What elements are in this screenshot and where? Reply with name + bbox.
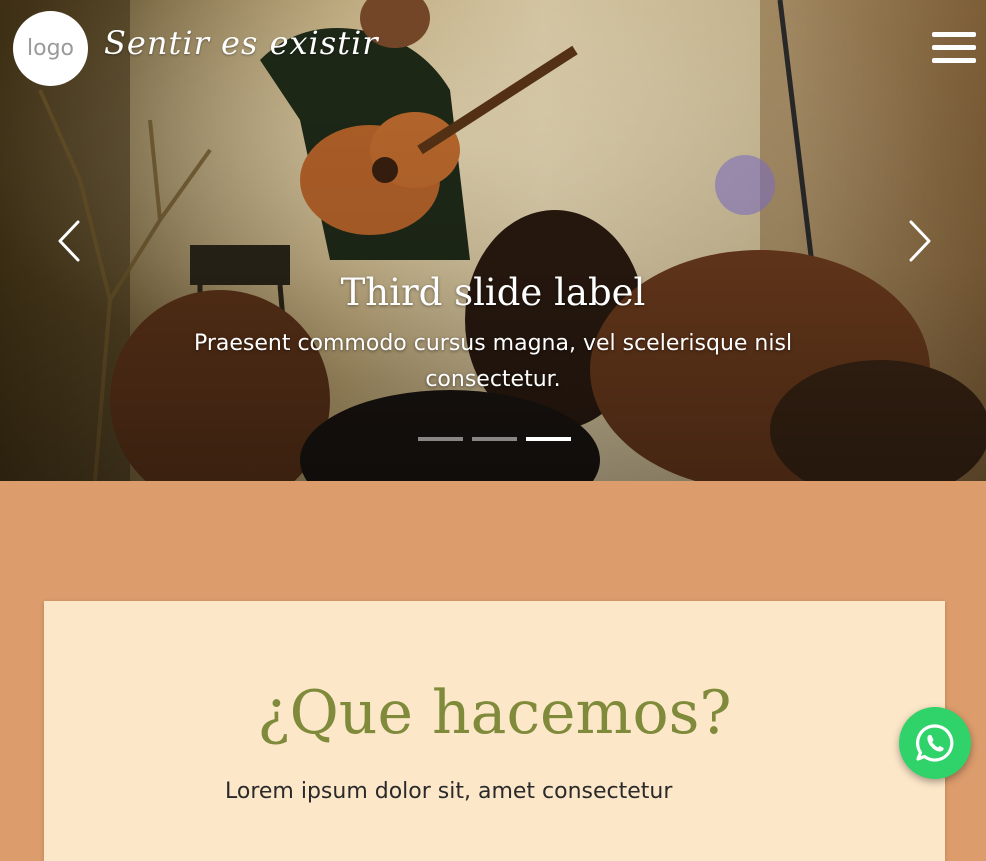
carousel-caption: Third slide label Praesent commodo cursu… [150, 268, 836, 398]
carousel-indicator-3-active[interactable] [526, 437, 571, 441]
site-title[interactable]: Sentir es existir [104, 24, 379, 62]
carousel-indicators [418, 437, 572, 443]
slide-title: Third slide label [340, 271, 646, 314]
site-header: logo Sentir es existir [0, 0, 986, 100]
carousel-next-button[interactable] [901, 218, 937, 264]
content-card: ¿Que hacemos? Lorem ipsum dolor sit, ame… [44, 601, 945, 861]
logo[interactable]: logo [13, 11, 88, 86]
que-hacemos-section: ¿Que hacemos? Lorem ipsum dolor sit, ame… [0, 481, 986, 861]
menu-bar [932, 45, 976, 50]
chevron-right-icon [909, 220, 931, 262]
hero-carousel: logo Sentir es existir Third slide label… [0, 0, 986, 481]
menu-bar [932, 58, 976, 63]
hamburger-menu-icon[interactable] [932, 32, 976, 64]
carousel-indicator-1[interactable] [418, 437, 463, 441]
chevron-left-icon [58, 220, 80, 262]
menu-bar [932, 32, 976, 37]
carousel-prev-button[interactable] [52, 218, 88, 264]
whatsapp-button[interactable] [899, 707, 971, 779]
section-heading: ¿Que hacemos? [257, 678, 732, 748]
whatsapp-icon [916, 724, 954, 762]
slide-text: Praesent commodo cursus magna, vel scele… [193, 331, 793, 392]
carousel-indicator-2[interactable] [472, 437, 517, 441]
section-text: Lorem ipsum dolor sit, amet consectetur [225, 779, 673, 804]
